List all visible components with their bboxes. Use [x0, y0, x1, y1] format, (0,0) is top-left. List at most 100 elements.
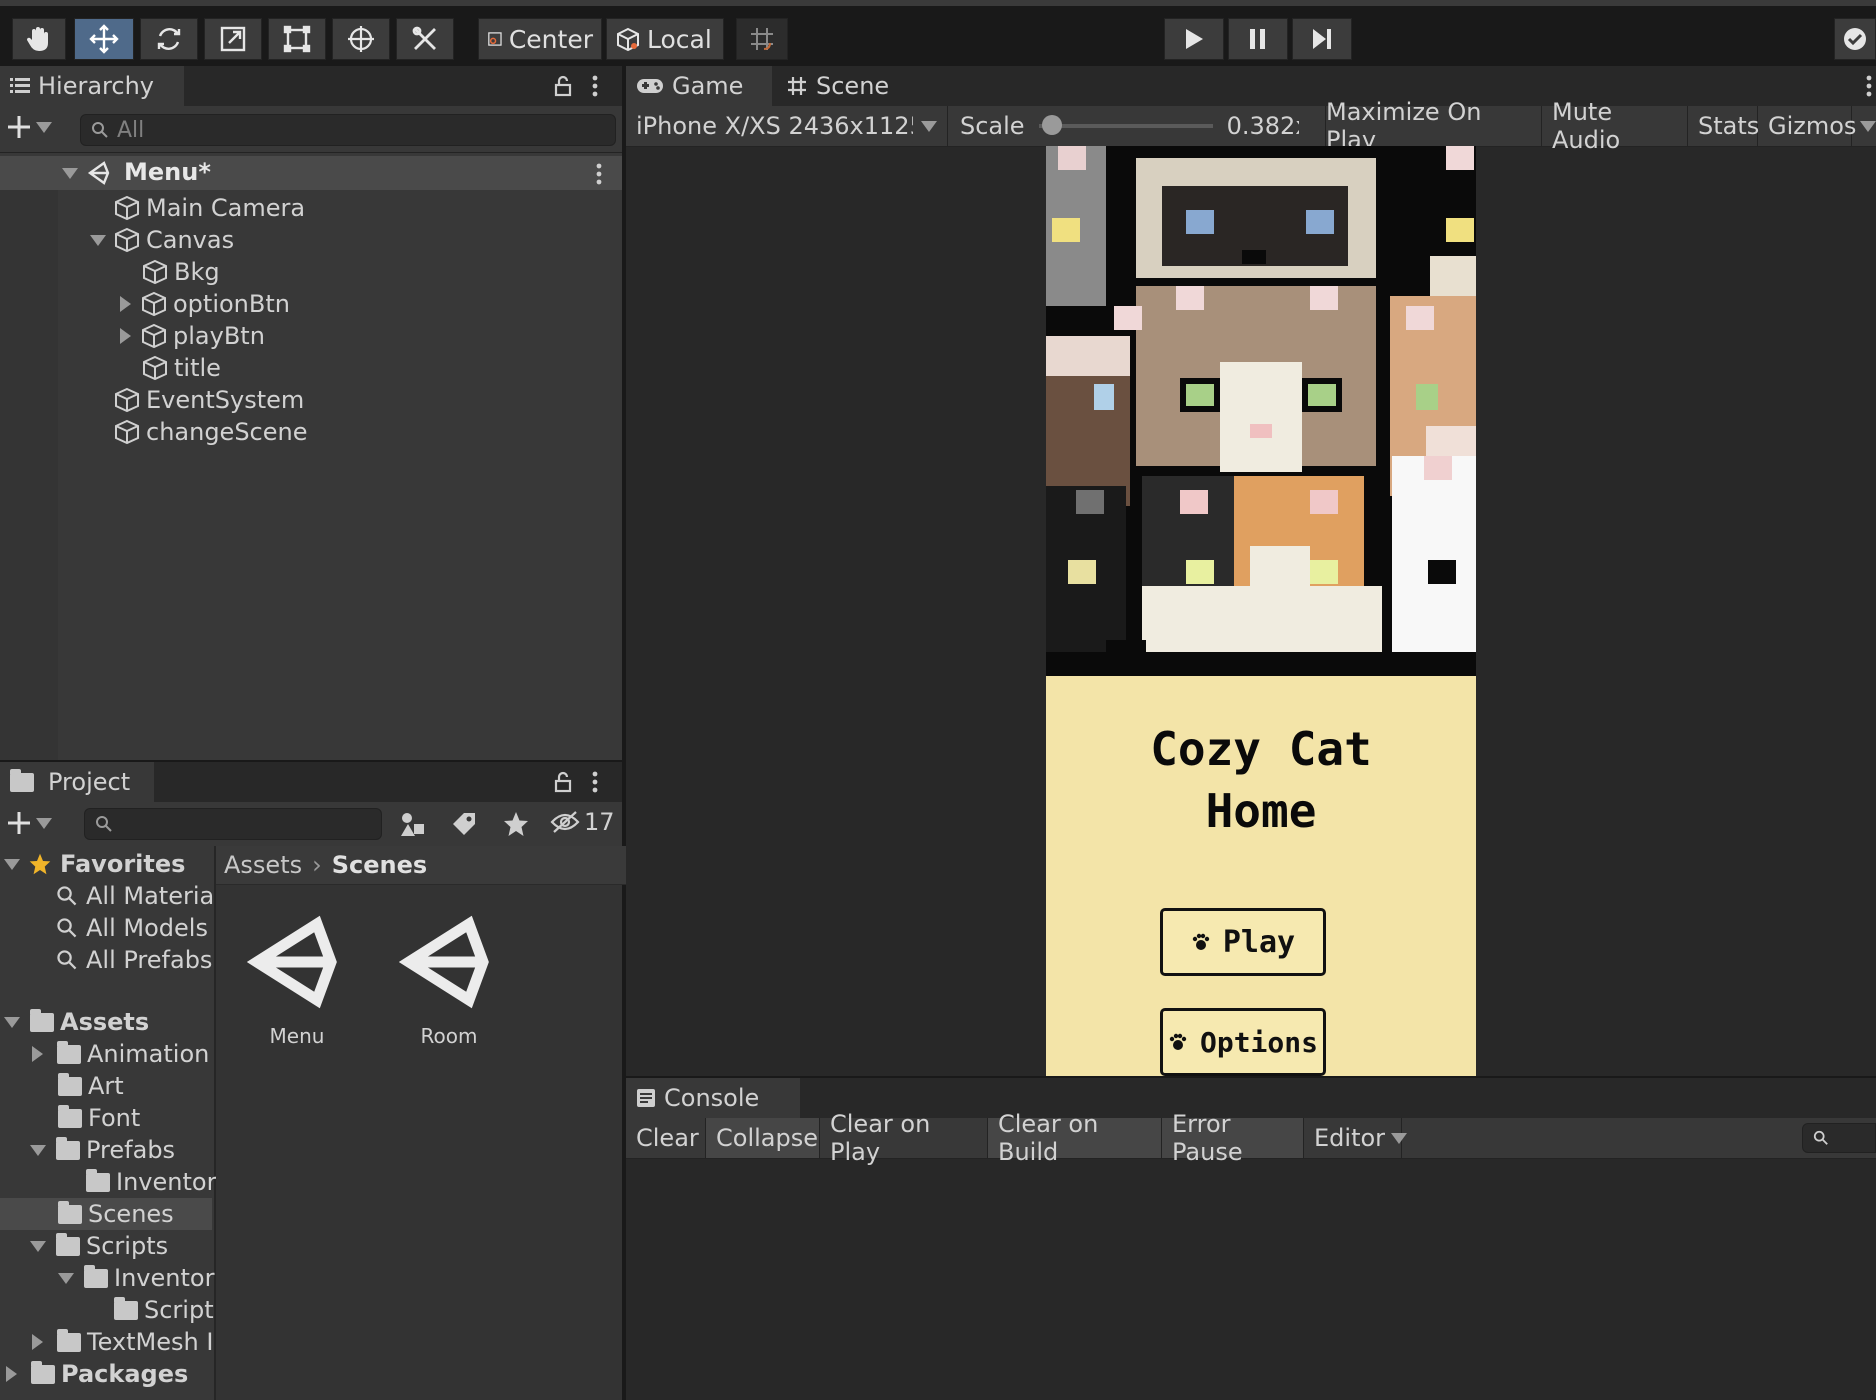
game-tabbar: Game Scene — [626, 66, 1876, 106]
clear-on-play-toggle[interactable]: Clear on Play — [820, 1110, 988, 1166]
scale-slider[interactable] — [1038, 115, 1213, 135]
maximize-on-play-toggle[interactable]: Maximize On Play — [1316, 98, 1542, 154]
scale-slider-group: Scale 0.382x — [950, 106, 1326, 146]
hierarchy-search-input[interactable]: All — [80, 114, 616, 146]
transform-icon — [348, 26, 374, 52]
console-search-input[interactable] — [1802, 1123, 1876, 1153]
scale-tool-button[interactable] — [204, 18, 262, 60]
folder-item[interactable]: Scripts — [30, 1230, 168, 1262]
kebab-menu-icon[interactable] — [1864, 74, 1874, 98]
options-button[interactable]: Options — [1160, 1008, 1326, 1076]
collapse-toggle[interactable]: Collapse — [706, 1118, 820, 1158]
scene-asset-room[interactable]: Room — [392, 912, 506, 1048]
tab-console[interactable]: Console — [626, 1078, 800, 1118]
account-button[interactable] — [1834, 18, 1876, 60]
gizmos-toggle[interactable]: Gizmos — [1758, 106, 1856, 146]
stats-toggle[interactable]: Stats — [1688, 106, 1759, 146]
play-button[interactable]: Play — [1160, 908, 1326, 976]
folder-item[interactable]: Animation — [32, 1038, 209, 1070]
folder-icon — [58, 1072, 82, 1096]
pivot-icon — [488, 32, 502, 46]
folder-item[interactable]: Script — [114, 1294, 214, 1326]
hierarchy-item[interactable]: Bkg — [142, 256, 220, 288]
favorite-item[interactable]: All Prefabs — [56, 944, 212, 976]
scene-asset-menu[interactable]: Menu — [240, 912, 354, 1048]
folder-item[interactable]: Inventor — [58, 1262, 214, 1294]
tab-scene[interactable]: Scene — [776, 66, 906, 106]
tab-game[interactable]: Game — [626, 66, 772, 106]
breadcrumb-assets[interactable]: Assets — [224, 851, 302, 879]
space-local-button[interactable]: Local — [606, 18, 724, 60]
favorite-item[interactable]: All Materia — [56, 880, 214, 912]
rect-tool-button[interactable] — [268, 18, 326, 60]
expand-arrow-icon[interactable] — [90, 234, 106, 246]
pivot-center-button[interactable]: Center — [478, 18, 602, 60]
kebab-menu-icon[interactable] — [590, 770, 600, 794]
create-dropdown[interactable] — [6, 114, 52, 140]
clear-on-build-toggle[interactable]: Clear on Build — [988, 1110, 1162, 1166]
favorites-header[interactable]: Favorites — [4, 848, 185, 880]
hierarchy-item[interactable]: Main Camera — [114, 192, 305, 224]
clear-button[interactable]: Clear — [626, 1118, 706, 1158]
eye-slash-icon — [550, 811, 580, 833]
hierarchy-item[interactable]: optionBtn — [120, 288, 290, 320]
hierarchy-item[interactable]: Canvas — [90, 224, 234, 256]
hidden-packages-toggle[interactable]: 17 — [550, 808, 615, 836]
collapsed-arrow-icon[interactable] — [120, 296, 131, 312]
folder-icon — [86, 1168, 110, 1192]
rotate-tool-button[interactable] — [140, 18, 198, 60]
folder-item[interactable]: TextMesh I — [32, 1326, 213, 1358]
transform-tool-button[interactable] — [332, 18, 390, 60]
play-mode-button[interactable] — [1164, 18, 1224, 60]
custom-tool-button[interactable] — [396, 18, 454, 60]
grid-snap-button[interactable] — [736, 18, 788, 60]
game-viewport: Cozy Cat Home Play Options — [1046, 146, 1476, 1076]
scale-slider-thumb[interactable] — [1041, 115, 1062, 135]
project-search-input[interactable] — [84, 808, 382, 840]
create-asset-dropdown[interactable] — [6, 810, 52, 836]
favorite-item[interactable]: All Models — [56, 912, 208, 944]
cats-pixel-art-image — [1046, 146, 1476, 676]
move-tool-button[interactable] — [74, 18, 134, 60]
scene-menu-icon[interactable] — [594, 162, 604, 186]
hand-tool-button[interactable] — [12, 18, 66, 60]
folder-item[interactable]: Prefabs — [30, 1134, 175, 1166]
game-panel: Game Scene iPhone X/XS 2436x1125 P Scale… — [626, 66, 1876, 1076]
folder-item[interactable]: Art — [58, 1070, 124, 1102]
breadcrumb-scenes[interactable]: Scenes — [332, 851, 427, 879]
folder-open-icon — [84, 1264, 108, 1288]
mute-audio-toggle[interactable]: Mute Audio — [1542, 98, 1688, 154]
tab-project[interactable]: Project — [0, 762, 154, 802]
folder-item[interactable]: Inventor — [86, 1166, 216, 1198]
gameobject-cube-icon — [143, 259, 167, 285]
folder-item[interactable]: Font — [58, 1102, 140, 1134]
step-button[interactable] — [1292, 18, 1352, 60]
packages-header[interactable]: Packages — [6, 1358, 188, 1390]
unity-scene-asset-icon — [246, 915, 337, 1009]
assets-header[interactable]: Assets — [4, 1006, 149, 1038]
error-pause-toggle[interactable]: Error Pause — [1162, 1110, 1304, 1166]
kebab-menu-icon[interactable] — [590, 74, 600, 98]
editor-dropdown[interactable]: Editor — [1304, 1118, 1408, 1158]
scene-row[interactable]: Menu* — [0, 156, 622, 190]
gizmos-chevron-icon[interactable] — [1860, 121, 1876, 132]
folder-item-selected[interactable]: Scenes — [58, 1198, 174, 1230]
filter-by-type-icon[interactable] — [398, 810, 426, 838]
folder-open-icon — [56, 1232, 80, 1256]
hierarchy-item[interactable]: playBtn — [120, 320, 265, 352]
lock-icon[interactable] — [553, 770, 573, 794]
filter-by-label-icon[interactable] — [450, 810, 478, 838]
hierarchy-item[interactable]: title — [142, 352, 221, 384]
resolution-dropdown[interactable]: iPhone X/XS 2436x1125 P — [626, 106, 948, 146]
hierarchy-panel: Hierarchy All Menu* Main Camera Canvas B… — [0, 66, 622, 760]
hierarchy-item[interactable]: EventSystem — [114, 384, 304, 416]
expand-arrow-icon — [30, 1144, 46, 1156]
game-controlbar: iPhone X/XS 2436x1125 P Scale 0.382x Max… — [626, 98, 1876, 154]
pause-button[interactable] — [1228, 18, 1288, 60]
hierarchy-item[interactable]: changeScene — [114, 416, 308, 448]
star-favorite-icon[interactable] — [502, 810, 530, 838]
lock-icon[interactable] — [553, 74, 573, 98]
search-icon — [1813, 1130, 1828, 1145]
collapsed-arrow-icon[interactable] — [120, 328, 131, 344]
tab-hierarchy[interactable]: Hierarchy — [0, 66, 184, 106]
